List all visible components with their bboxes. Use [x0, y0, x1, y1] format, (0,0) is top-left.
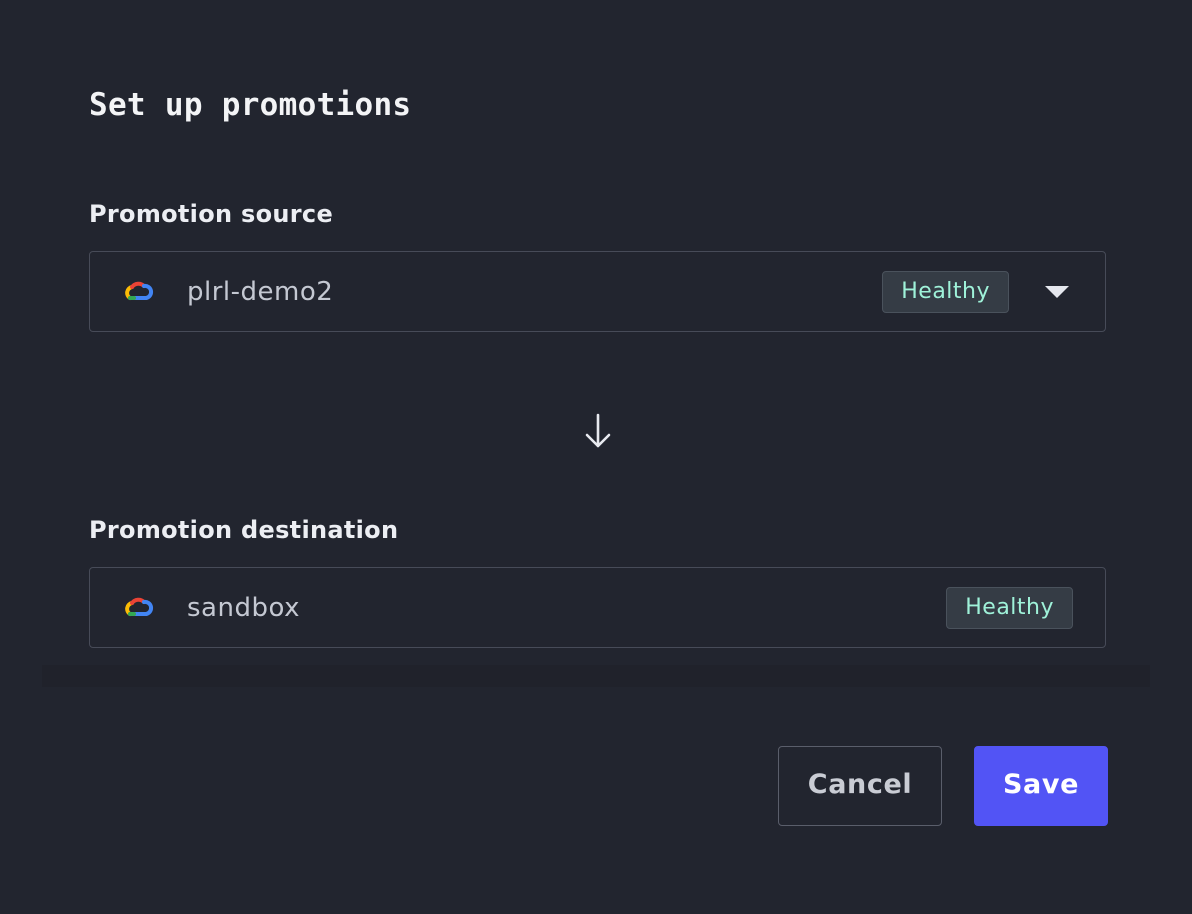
gcp-cloud-icon	[125, 597, 154, 616]
save-button[interactable]: Save	[974, 746, 1108, 826]
arrow-down-icon	[585, 413, 611, 448]
promotion-source-value: plrl-demo2	[187, 277, 334, 307]
promotion-dialog: Set up promotions Promotion source plrl-…	[0, 0, 1192, 914]
promotion-destination-value: sandbox	[187, 593, 300, 623]
destination-status-badge: Healthy	[946, 587, 1073, 629]
chevron-down-icon[interactable]	[1045, 286, 1069, 298]
promotion-destination-label: Promotion destination	[89, 516, 399, 544]
dialog-divider	[42, 665, 1150, 687]
promotion-source-select[interactable]: plrl-demo2 Healthy	[89, 251, 1106, 332]
cancel-button[interactable]: Cancel	[778, 746, 942, 826]
promotion-destination-field: sandbox Healthy	[89, 567, 1106, 648]
dialog-title: Set up promotions	[89, 87, 412, 123]
promotion-source-label: Promotion source	[89, 200, 334, 228]
source-status-badge: Healthy	[882, 271, 1009, 313]
gcp-cloud-icon	[125, 281, 154, 300]
